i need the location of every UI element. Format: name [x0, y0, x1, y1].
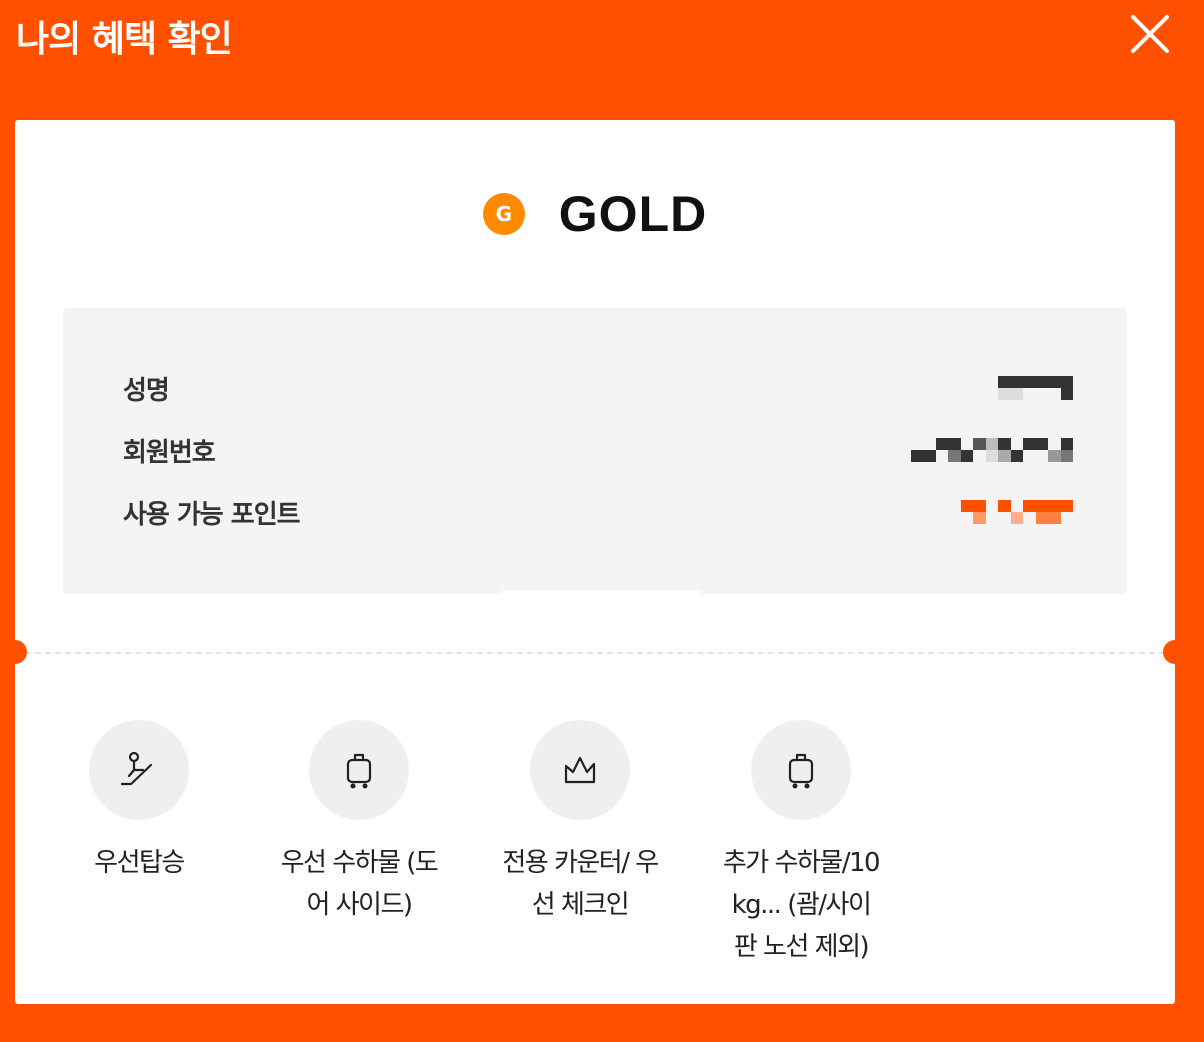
benefit-label: 추가 수하물/10kg... (괌/사이판 노선 제외)	[722, 848, 881, 962]
close-icon	[1131, 15, 1169, 53]
benefit-list: 우선탑승 우선 수하물 (도어 사이드) 전용 카운터/ 우선 체크인 추가 수…	[15, 720, 1175, 1004]
points-label: 사용 가능 포인트	[123, 499, 301, 530]
info-box-notch	[502, 590, 702, 596]
close-button[interactable]	[1126, 10, 1174, 58]
member-no-label: 회원번호	[123, 437, 216, 468]
dashed-divider	[15, 652, 1175, 654]
ticket-notch-right	[1163, 640, 1187, 664]
grade-name: GOLD	[558, 186, 708, 242]
member-no-value-masked	[910, 438, 1073, 462]
benefit-label: 우선탑승	[94, 848, 185, 878]
grade-badge-icon: G	[482, 193, 525, 235]
benefit-item-dedicated-counter[interactable]: 전용 카운터/ 우선 체크인	[490, 720, 670, 926]
benefit-item-priority-baggage[interactable]: 우선 수하물 (도어 사이드)	[269, 720, 449, 926]
member-info-box: 성명 회원번호 사용 가능 포인트	[63, 308, 1127, 594]
info-row-points: 사용 가능 포인트	[123, 492, 1073, 532]
name-label: 성명	[123, 375, 170, 406]
page-title: 나의 혜택 확인	[16, 19, 233, 60]
name-value-masked	[998, 376, 1073, 400]
luggage-icon	[309, 720, 409, 820]
luggage-icon	[751, 720, 851, 820]
priority-boarding-icon	[89, 720, 189, 820]
membership-grade: G GOLD	[15, 182, 1175, 246]
benefit-item-extra-baggage[interactable]: 추가 수하물/10kg... (괌/사이판 노선 제외)	[711, 720, 891, 968]
info-row-member-no: 회원번호	[123, 430, 1073, 470]
benefit-card: G GOLD 성명 회원번호 사용 가능 포인트 우선탑승 우선 수하물 (도어…	[15, 120, 1175, 1004]
ticket-notch-left	[3, 640, 27, 664]
header-bar: 나의 혜택 확인	[0, 0, 1204, 120]
points-value-masked	[960, 500, 1073, 524]
info-row-name: 성명	[123, 368, 1073, 408]
benefit-label: 전용 카운터/ 우선 체크인	[502, 848, 659, 920]
crown-icon	[530, 720, 630, 820]
benefit-label: 우선 수하물 (도어 사이드)	[280, 848, 439, 920]
benefit-item-priority-boarding[interactable]: 우선탑승	[49, 720, 229, 884]
